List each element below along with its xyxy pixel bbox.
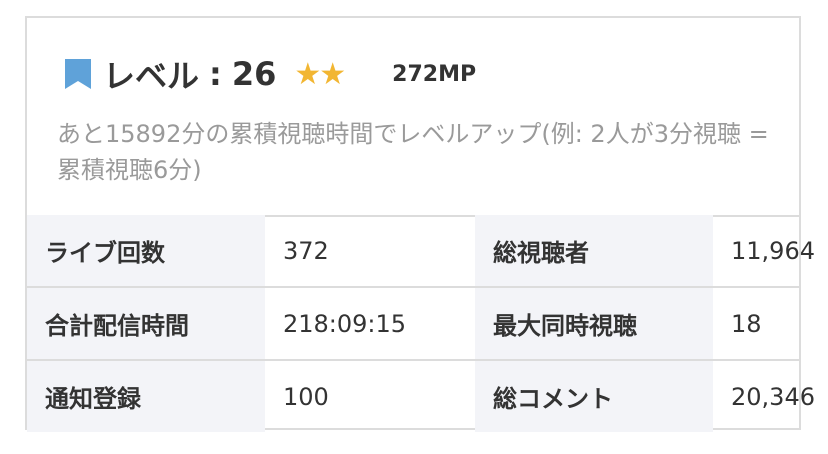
- stat-label: 総コメント: [475, 360, 713, 432]
- star-icon: ★★: [294, 56, 346, 92]
- stat-label: 合計配信時間: [27, 287, 265, 361]
- stat-label: 最大同時視聴: [475, 287, 713, 361]
- stat-value: 20,346: [731, 382, 815, 411]
- level-stats-card: レベル : 26 ★★ 272MP あと15892分の累積視聴時間でレベルアップ…: [25, 16, 815, 432]
- mp-value: 272MP: [392, 61, 477, 87]
- stat-value: 372: [265, 215, 475, 288]
- level-header: レベル : 26 ★★ 272MP あと15892分の累積視聴時間でレベルアップ…: [27, 18, 799, 217]
- stat-value: 18: [713, 287, 799, 361]
- level-value: 26: [231, 55, 277, 93]
- stats-table: ライブ回数 372 総視聴者 11,964 合計配信時間 218:09:15 最…: [27, 215, 815, 432]
- table-row: ライブ回数 372 総視聴者 11,964: [27, 215, 815, 288]
- level-row: レベル : 26 ★★ 272MP: [63, 52, 476, 96]
- stat-label: 総視聴者: [475, 215, 713, 288]
- stat-label: ライブ回数: [27, 215, 265, 288]
- stat-value: 100: [283, 382, 329, 411]
- bookmark-icon: [65, 59, 91, 89]
- table-row: 通知登録 100 総コメント 20,346: [27, 360, 815, 432]
- level-label: レベル: [103, 57, 200, 95]
- table-row: 合計配信時間 218:09:15 最大同時視聴 18: [27, 287, 799, 361]
- level-separator: :: [209, 55, 222, 93]
- stat-value: 218:09:15: [265, 287, 475, 361]
- stat-value: 11,964: [713, 215, 815, 288]
- stat-label: 通知登録: [27, 360, 265, 432]
- level-up-note: あと15892分の累積視聴時間でレベルアップ(例: 2人が3分視聴 = 累積視聴…: [57, 120, 769, 184]
